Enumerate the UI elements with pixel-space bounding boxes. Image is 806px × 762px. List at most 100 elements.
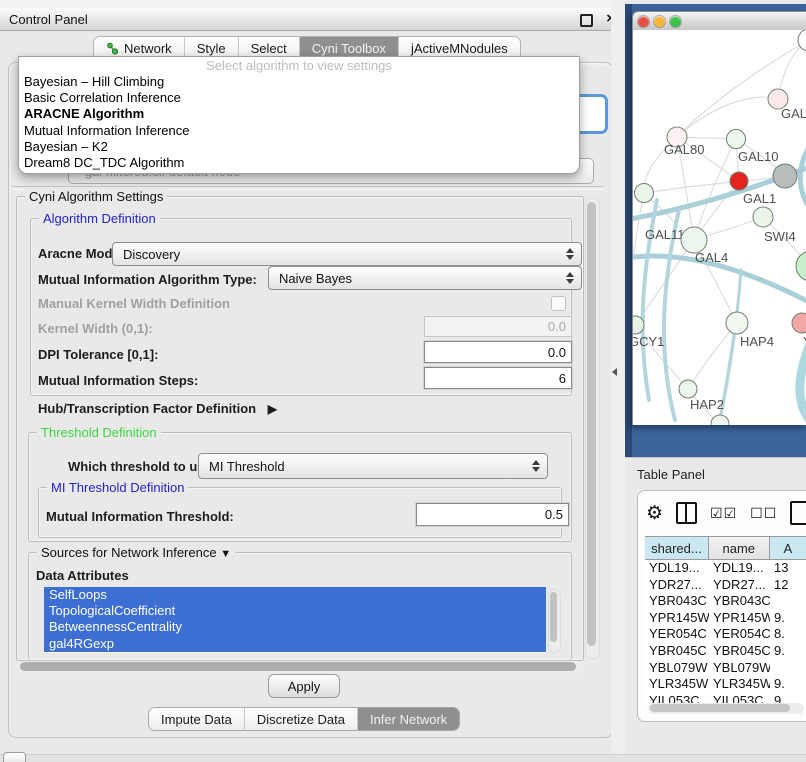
network-graph: GALGAL80GAL10GAL1GAL11SWI4GAL4GCY1HAP4YH… <box>633 30 806 425</box>
table-cell: YDL19... <box>645 560 709 577</box>
panel-splitter[interactable] <box>611 0 625 755</box>
zoom-traffic-light-icon[interactable] <box>670 16 681 27</box>
hub-definition-toggle[interactable]: Hub/Transcription Factor Definition ▶ <box>38 401 277 416</box>
threshold-definition-title: Threshold Definition <box>37 425 161 440</box>
network-node-hap2[interactable] <box>679 380 697 398</box>
unchecked-boxes-icon[interactable]: ☐☐ <box>750 505 777 522</box>
bottom-tab-discretize-data[interactable]: Discretize Data <box>245 708 358 730</box>
settings-hscrollbar-thumb[interactable] <box>20 662 576 671</box>
document-icon[interactable] <box>790 501 806 525</box>
list-vertical-scrollbar[interactable] <box>548 589 561 653</box>
table-cell: YBR043C <box>645 593 709 610</box>
close-traffic-light-icon[interactable] <box>638 16 649 27</box>
sources-title[interactable]: Sources for Network Inference ▼ <box>37 545 235 560</box>
network-node-hap4[interactable] <box>726 312 748 334</box>
attribute-item-gal4rgexp[interactable]: gal4RGexp <box>44 636 546 652</box>
table-row[interactable]: YBR043CYBR043C <box>645 593 806 610</box>
kernel-width-label: Kernel Width (0,1): <box>38 321 153 336</box>
table-row[interactable]: YLR345WYLR345W9. <box>645 676 806 693</box>
minimize-traffic-light-icon[interactable] <box>654 16 665 27</box>
expand-arrow-icon: ▶ <box>268 402 277 416</box>
attribute-item-topologicalcoefficient[interactable]: TopologicalCoefficient <box>44 603 546 619</box>
node-label-gcy1: GCY1 <box>633 334 664 349</box>
attribute-item-selfloops[interactable]: SelfLoops <box>44 587 546 603</box>
table-row[interactable]: YBR045CYBR045C9. <box>645 643 806 660</box>
bottom-tab-impute-data-label: Impute Data <box>161 712 232 727</box>
network-window[interactable]: GALGAL80GAL10GAL1GAL11SWI4GAL4GCY1HAP4YH… <box>632 11 806 425</box>
settings-scrollbar-thumb[interactable] <box>587 202 596 646</box>
table-cell: 9. <box>770 610 806 627</box>
mi-threshold-title: MI Threshold Definition <box>47 480 188 495</box>
dropdown-item-bayesian-hill-climbing[interactable]: Bayesian – Hill Climbing <box>19 74 579 90</box>
table-hscrollbar-thumb[interactable] <box>650 704 790 712</box>
table-horizontal-scrollbar[interactable] <box>648 703 804 714</box>
table-cell: YER054C <box>709 626 770 643</box>
network-node[interactable] <box>796 251 806 281</box>
table-panel-title: Table Panel <box>637 467 705 482</box>
settings-vertical-scrollbar[interactable] <box>585 198 600 659</box>
network-node-gal10[interactable] <box>727 130 746 149</box>
network-edge-highlighted <box>800 138 806 215</box>
mi-type-label: Mutual Information Algorithm Type: <box>38 272 257 287</box>
dpi-tolerance-input[interactable]: 0.0 <box>424 341 572 363</box>
dropdown-item-dream8-dc-tdc-algorithm[interactable]: Dream8 DC_TDC Algorithm <box>19 155 579 171</box>
dropdown-item-aracne-algorithm[interactable]: ARACNE Algorithm <box>19 106 579 122</box>
table-cell: YBL079W <box>645 660 709 677</box>
manual-kernel-checkbox[interactable] <box>551 296 566 311</box>
table-cell: YLR345W <box>709 676 770 693</box>
corner-button[interactable] <box>3 752 26 762</box>
top-strip <box>0 0 625 8</box>
bottom-tab-impute-data[interactable]: Impute Data <box>149 708 245 730</box>
float-window-icon[interactable] <box>580 14 593 27</box>
apply-button[interactable]: Apply <box>268 674 340 698</box>
network-canvas[interactable]: GALGAL80GAL10GAL1GAL11SWI4GAL4GCY1HAP4YH… <box>632 30 806 425</box>
bottom-tab-infer-network[interactable]: Infer Network <box>358 708 459 730</box>
checked-boxes-icon[interactable]: ☑☑ <box>710 505 737 522</box>
table-container: ⚙ ☑☑ ☐☐ shared...nameA YDL19...YDL19...1… <box>637 490 806 722</box>
bottom-tab-discretize-data-label: Discretize Data <box>257 712 345 727</box>
dropdown-item-mutual-information-inference[interactable]: Mutual Information Inference <box>19 123 579 139</box>
dropdown-item-basic-correlation-inference[interactable]: Basic Correlation Inference <box>19 90 579 106</box>
which-threshold-value: MI Threshold <box>209 459 285 474</box>
column-header-a[interactable]: A <box>770 537 806 559</box>
mi-threshold-input[interactable]: 0.5 <box>416 503 569 526</box>
attribute-item-betweennesscentrality[interactable]: BetweennessCentrality <box>44 619 546 635</box>
node-label-gal4: GAL4 <box>695 250 728 265</box>
table-row[interactable]: YER054CYER054C8. <box>645 626 806 643</box>
table-cell: YPR145W <box>709 610 770 627</box>
split-columns-icon[interactable] <box>676 502 697 524</box>
table-cell: YBL079W <box>709 660 770 677</box>
table-cell <box>770 593 806 610</box>
network-node-gal1[interactable] <box>730 172 748 190</box>
bottom-strip <box>0 754 806 762</box>
control-panel-title: Control Panel <box>9 12 88 27</box>
gear-icon[interactable]: ⚙ <box>646 504 663 523</box>
spinner-arrows-icon <box>566 248 574 260</box>
network-node[interactable] <box>711 415 729 425</box>
network-edge <box>677 97 778 137</box>
network-window-titlebar[interactable] <box>632 11 806 32</box>
splitter-collapse-icon[interactable] <box>612 368 617 376</box>
node-label-gal80: GAL80 <box>664 142 704 157</box>
dropdown-item-bayesian-k2[interactable]: Bayesian – K2 <box>19 139 579 155</box>
mi-type-combo[interactable]: Naive Bayes <box>268 266 582 290</box>
table-row[interactable]: YDL19...YDL19...13 <box>645 560 806 577</box>
table-row[interactable]: YPR145WYPR145W9. <box>645 610 806 627</box>
table-row[interactable]: YBL079WYBL079W <box>645 660 806 677</box>
settings-horizontal-scrollbar[interactable] <box>16 661 584 673</box>
network-node[interactable] <box>773 164 797 188</box>
which-threshold-combo[interactable]: MI Threshold <box>198 453 548 479</box>
dropdown-placeholder: Select algorithm to view settings <box>19 57 579 74</box>
spinner-arrows-icon <box>566 272 574 284</box>
list-scrollbar-thumb[interactable] <box>550 592 557 642</box>
node-label-hap4: HAP4 <box>740 334 774 349</box>
network-node-gal11[interactable] <box>635 184 654 203</box>
mi-steps-input[interactable]: 6 <box>424 367 572 389</box>
kernel-width-input[interactable]: 0.0 <box>424 316 572 337</box>
network-node-y[interactable] <box>792 313 806 333</box>
network-node-swi4[interactable] <box>753 207 773 227</box>
column-header-shared[interactable]: shared... <box>645 537 709 559</box>
aracne-mode-combo[interactable]: Discovery <box>112 242 582 266</box>
column-header-name[interactable]: name <box>709 537 770 559</box>
table-row[interactable]: YDR27...YDR27...12 <box>645 577 806 594</box>
